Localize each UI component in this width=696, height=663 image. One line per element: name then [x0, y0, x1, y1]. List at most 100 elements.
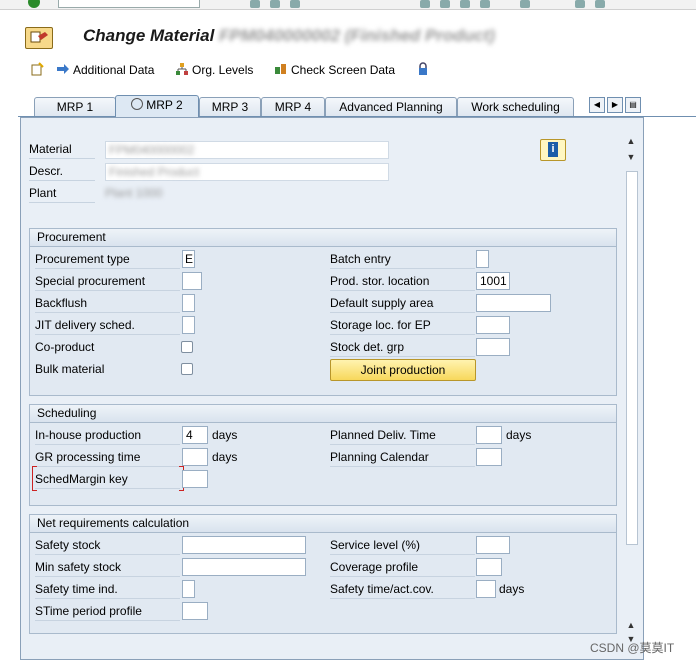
planning-calendar-label: Planning Calendar: [330, 450, 475, 467]
toolbar-icon[interactable]: [480, 0, 490, 8]
service-level-label: Service level (%): [330, 538, 475, 555]
batch-entry-field[interactable]: [476, 250, 489, 268]
create-icon[interactable]: [30, 61, 47, 79]
co-product-checkbox[interactable]: [181, 341, 193, 353]
toolbar-icon[interactable]: [420, 0, 430, 8]
inhouse-unit: days: [212, 428, 238, 442]
storage-loc-ep-label: Storage loc. for EP: [330, 318, 475, 335]
bulk-material-checkbox[interactable]: [181, 363, 193, 375]
system-toolbar: [0, 0, 696, 10]
tab-mrp3[interactable]: MRP 3: [199, 97, 261, 116]
default-supply-area-field[interactable]: [476, 294, 551, 312]
stock-det-grp-label: Stock det. grp: [330, 340, 475, 357]
procurement-type-field[interactable]: E: [182, 250, 195, 268]
check-screen-data-button[interactable]: Check Screen Data: [274, 61, 395, 79]
special-procurement-field[interactable]: [182, 272, 202, 290]
toolbar-icon[interactable]: [460, 0, 470, 8]
descr-label: Descr.: [29, 164, 95, 181]
procurement-type-label: Procurement type: [35, 252, 180, 269]
descr-field: Finished Product: [105, 163, 389, 181]
toolbar-icon[interactable]: [520, 0, 530, 8]
joint-production-button[interactable]: Joint production: [330, 359, 476, 381]
co-product-label: Co-product: [35, 340, 95, 354]
material-field: FPM040000002: [105, 141, 389, 159]
min-safety-stock-label: Min safety stock: [35, 560, 180, 577]
help-icon[interactable]: [575, 0, 585, 8]
additional-data-button[interactable]: Additional Data: [56, 61, 154, 79]
tab-mrp2[interactable]: MRP 2: [115, 95, 199, 117]
toolbar-icon[interactable]: [250, 0, 260, 8]
active-tab-icon: [131, 98, 144, 110]
batch-entry-label: Batch entry: [330, 252, 475, 269]
inhouse-label: In-house production: [35, 428, 180, 445]
material-label: Material: [29, 142, 95, 159]
scheduling-title: Scheduling: [37, 406, 97, 420]
schedmargin-label: SchedMargin key: [35, 472, 180, 489]
scroll-up-icon[interactable]: ▲: [624, 136, 638, 148]
lock-icon[interactable]: [416, 61, 433, 79]
tab-advanced-planning[interactable]: Advanced Planning: [325, 97, 457, 116]
safety-stock-field[interactable]: [182, 536, 306, 554]
safety-time-cov-unit: days: [499, 582, 525, 596]
command-field[interactable]: [58, 0, 200, 8]
safety-time-ind-label: Safety time ind.: [35, 582, 180, 599]
tab-work-scheduling[interactable]: Work scheduling: [457, 97, 574, 116]
toolbar-icon[interactable]: [290, 0, 300, 8]
default-supply-area-label: Default supply area: [330, 296, 475, 313]
planning-calendar-field[interactable]: [476, 448, 502, 466]
jit-label: JIT delivery sched.: [35, 318, 180, 335]
inhouse-field[interactable]: 4: [182, 426, 208, 444]
info-icon[interactable]: i: [540, 139, 566, 161]
safety-stock-label: Safety stock: [35, 538, 180, 555]
required-marker: [32, 466, 37, 491]
tab-mrp4[interactable]: MRP 4: [261, 97, 325, 116]
bulk-material-label: Bulk material: [35, 362, 105, 376]
arrow-right-icon: [57, 64, 69, 74]
stock-det-grp-field[interactable]: [476, 338, 510, 356]
prod-stor-location-field[interactable]: 1001: [476, 272, 510, 290]
safety-time-cov-label: Safety time/act.cov.: [330, 582, 475, 599]
jit-field[interactable]: [182, 316, 195, 334]
toolbar-icon[interactable]: [270, 0, 280, 8]
tab-scroll-right-icon[interactable]: ▶: [607, 97, 623, 113]
procurement-title: Procurement: [37, 230, 106, 244]
scrollbar-track[interactable]: [626, 171, 638, 545]
storage-loc-ep-field[interactable]: [476, 316, 510, 334]
gr-processing-unit: days: [212, 450, 238, 464]
tab-mrp1[interactable]: MRP 1: [34, 97, 116, 116]
min-safety-stock-field[interactable]: [182, 558, 306, 576]
coverage-profile-field[interactable]: [476, 558, 502, 576]
prod-stor-location-label: Prod. stor. location: [330, 274, 475, 291]
enter-icon[interactable]: [28, 0, 40, 8]
stime-period-profile-field[interactable]: [182, 602, 208, 620]
service-level-field[interactable]: [476, 536, 510, 554]
toolbar-icon[interactable]: [440, 0, 450, 8]
gr-processing-label: GR processing time: [35, 450, 180, 467]
check-icon: [275, 64, 286, 74]
net-requirements-title: Net requirements calculation: [37, 516, 190, 530]
schedmargin-field[interactable]: [182, 470, 208, 488]
plant-value: Plant 1000: [105, 186, 163, 200]
coverage-profile-label: Coverage profile: [330, 560, 475, 577]
backflush-field[interactable]: [182, 294, 195, 312]
page-title: Change Material FPM040000002 (Finished P…: [83, 26, 495, 45]
safety-time-ind-field[interactable]: [182, 580, 195, 598]
planned-deliv-label: Planned Deliv. Time: [330, 428, 475, 445]
scroll-down-icon[interactable]: ▼: [624, 152, 638, 164]
org-structure-icon: [176, 63, 188, 75]
tab-list-icon[interactable]: ▤: [625, 97, 641, 113]
settings-icon[interactable]: [595, 0, 605, 8]
gr-processing-field[interactable]: [182, 448, 208, 466]
plant-label: Plant: [29, 186, 95, 203]
special-procurement-label: Special procurement: [35, 274, 180, 291]
stime-period-profile-label: STime period profile: [35, 604, 180, 621]
scroll-up-icon[interactable]: ▲: [624, 620, 638, 632]
watermark: CSDN @莫莫IT: [590, 641, 675, 655]
planned-deliv-field[interactable]: [476, 426, 502, 444]
safety-time-cov-field[interactable]: [476, 580, 496, 598]
tab-scroll-left-icon[interactable]: ◀: [589, 97, 605, 113]
material-icon: [25, 27, 53, 49]
org-levels-button[interactable]: Org. Levels: [175, 61, 253, 79]
backflush-label: Backflush: [35, 296, 180, 313]
title-suffix: FPM040000002 (Finished Product): [219, 26, 495, 45]
